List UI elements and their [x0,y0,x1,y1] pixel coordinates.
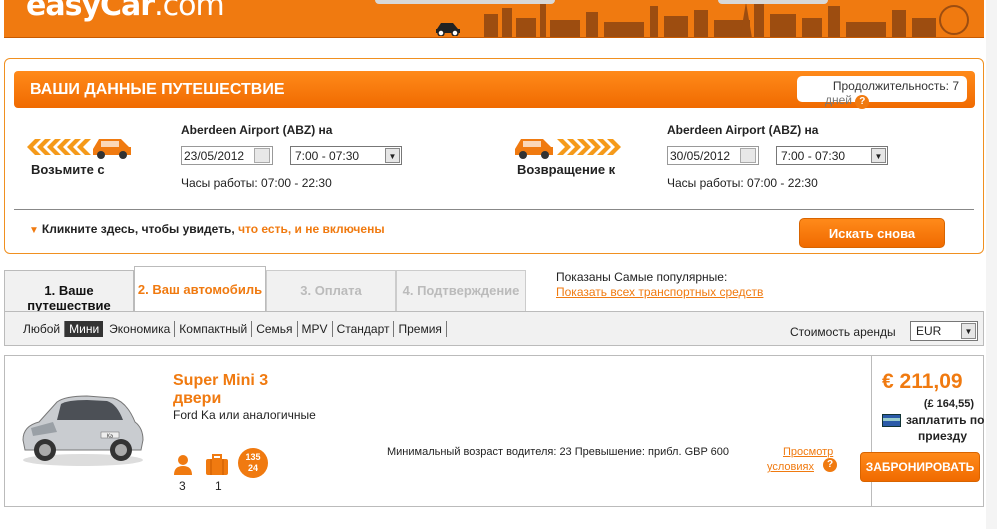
currency-select[interactable]: EUR ▼ [910,321,978,341]
tab-confirmation: 4. Подтверждение [396,270,526,312]
header-banner: easyCar.com [4,0,984,38]
currency-value: EUR [916,324,942,338]
duration-label: Продолжительность: 7 [832,79,959,93]
pickup-time-select[interactable]: 7:00 - 07:30 ▼ [290,146,402,165]
tab-label: 2. Ваш автомобиль [137,282,263,297]
view-terms-link[interactable]: Просмотр [783,446,833,458]
filter-economy[interactable]: Экономика [105,321,176,337]
site-logo[interactable]: easyCar.com [26,0,225,23]
emission-badge: 135 24 [238,448,268,478]
travel-details-panel: ВАШИ ДАННЫЕ ПУТЕШЕСТВИЕ Продолжительност… [4,58,984,254]
logo-tld: .com [154,0,225,23]
emission-badge-top: 135 [245,452,261,462]
tab-label: 3. Оплата [300,283,362,298]
pickup-location: Aberdeen Airport (ABZ) на [181,123,333,137]
luggage-count: 1 [215,479,222,493]
luggage-icon [206,454,228,475]
filter-mpv[interactable]: MPV [298,321,333,337]
car-name-line2: двери [173,390,222,407]
view-terms-link-2[interactable]: условиях [767,461,814,473]
pay-on-arrival-line2: приезду [918,429,968,443]
price-gbp: (£ 164,55) [923,398,974,410]
city-skyline-icon [484,2,969,37]
show-all-vehicles-link[interactable]: Показать всех транспортных средств [556,285,763,299]
tab-payment: 3. Оплата [266,270,396,312]
filter-premium[interactable]: Премия [394,321,447,337]
inclusions-text: Кликните здесь, чтобы увидеть, [41,222,239,236]
divider [14,209,974,210]
emission-badge-bottom: 24 [247,463,258,473]
return-label: Возвращение к [517,162,616,177]
category-filters: Любой Мини Экономика Компактный Семья MP… [19,321,447,337]
passenger-icon [174,455,192,475]
browser-top-tab [375,0,555,4]
return-date-field[interactable]: 30/05/2012 [667,146,759,165]
return-location: Aberdeen Airport (ABZ) на [667,123,819,137]
travel-details-header: ВАШИ ДАННЫЕ ПУТЕШЕСТВИЕ Продолжительност… [14,71,975,109]
filter-standard[interactable]: Стандарт [333,321,395,337]
credit-card-icon [882,414,901,427]
price-eur: € 211,09 [882,370,963,393]
book-button[interactable]: ЗАБРОНИРОВАТЬ [860,452,980,482]
calendar-icon[interactable] [740,148,756,163]
filter-any[interactable]: Любой [19,321,66,337]
search-again-button[interactable]: Искать снова [799,218,945,248]
car-name-line1: Super Mini 3 [173,372,269,389]
car-similar-model: Ford Ka или аналогичные [173,408,316,422]
return-hours: Часы работы: 07:00 - 22:30 [667,176,818,190]
chevron-down-icon[interactable]: ▼ [871,148,886,163]
triangle-down-icon: ▼ [29,225,39,236]
inclusions-link[interactable]: что есть, и не включены [238,222,385,236]
duration-box: Продолжительность: 7 дней ? [797,76,967,109]
travel-details-title: ВАШИ ДАННЫЕ ПУТЕШЕСТВИЕ [30,81,285,98]
car-name[interactable]: Super Mini 3 двери [173,372,268,408]
car-result-card: Ka Super Mini 3 двери Ford Ka или аналог… [4,355,984,507]
return-car-arrows-icon [515,139,621,159]
chevron-down-icon[interactable]: ▼ [961,323,976,339]
pickup-time-value: 7:00 - 07:30 [295,149,360,163]
header-car-icon [436,23,460,36]
filter-mini[interactable]: Мини [65,321,104,337]
duration-help-icon[interactable]: ? [855,95,870,109]
return-time-select[interactable]: 7:00 - 07:30 ▼ [776,146,888,165]
chevron-down-icon[interactable]: ▼ [385,148,400,163]
pickup-car-arrows-icon [27,139,131,159]
browser-top-tab-2 [718,0,828,4]
terms-help-icon[interactable]: ? [823,458,837,472]
price-panel: € 211,09 (£ 164,55) заплатить по приезду… [860,356,984,506]
tab-label: 1. Ваше путешествие [27,283,111,313]
duration-unit: дней [825,93,853,107]
tab-your-car[interactable]: 2. Ваш автомобиль [134,266,266,312]
return-date-value: 30/05/2012 [670,149,731,163]
pickup-date-field[interactable]: 23/05/2012 [181,146,273,165]
tab-your-trip[interactable]: 1. Ваше путешествие [4,270,134,313]
pay-on-arrival: заплатить по приезду [906,412,984,444]
rental-cost-label: Стоимость аренды [790,325,896,339]
min-driver-age: Минимальный возраст водителя: 23 Превыше… [387,446,730,458]
filter-compact[interactable]: Компактный [175,321,253,337]
category-filter-bar: Любой Мини Экономика Компактный Семья MP… [4,311,984,346]
popular-label: Показаны Самые популярные: [556,270,728,284]
scrollbar-track[interactable] [986,0,997,529]
calendar-icon[interactable] [254,148,270,163]
inclusions-toggle[interactable]: ▼ Кликните здесь, чтобы увидеть, что есть… [29,222,385,236]
car-plate-label: Ka [107,434,113,440]
pickup-hours: Часы работы: 07:00 - 22:30 [181,176,332,190]
pickup-date-value: 23/05/2012 [184,149,245,163]
logo-main: easyCar [26,0,155,23]
passenger-count: 3 [179,479,186,493]
car-photo: Ka [22,395,144,466]
pickup-label: Возьмите с [31,162,105,177]
tab-label: 4. Подтверждение [402,283,520,298]
pay-on-arrival-line1: заплатить по [906,413,985,427]
filter-family[interactable]: Семья [252,321,298,337]
return-time-value: 7:00 - 07:30 [781,149,846,163]
